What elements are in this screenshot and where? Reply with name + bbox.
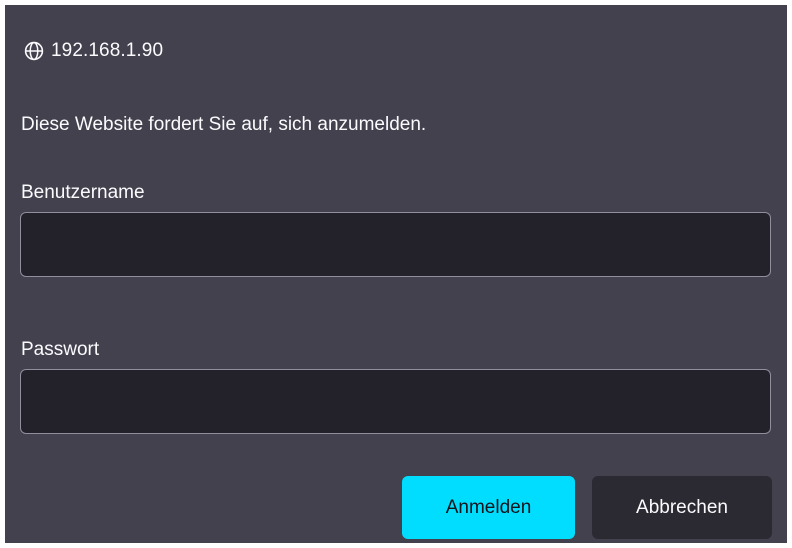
globe-icon — [24, 41, 44, 61]
dialog-header: 192.168.1.90 — [24, 37, 163, 65]
login-button[interactable]: Anmelden — [402, 476, 575, 539]
auth-message: Diese Website fordert Sie auf, sich anzu… — [21, 114, 427, 135]
username-label: Benutzername — [21, 182, 145, 203]
login-dialog: 192.168.1.90 Diese Website fordert Sie a… — [5, 5, 787, 543]
username-input[interactable] — [20, 212, 771, 277]
site-host: 192.168.1.90 — [51, 40, 164, 61]
cancel-button[interactable]: Abbrechen — [592, 476, 772, 539]
password-label: Passwort — [21, 339, 100, 360]
password-input[interactable] — [20, 369, 771, 434]
